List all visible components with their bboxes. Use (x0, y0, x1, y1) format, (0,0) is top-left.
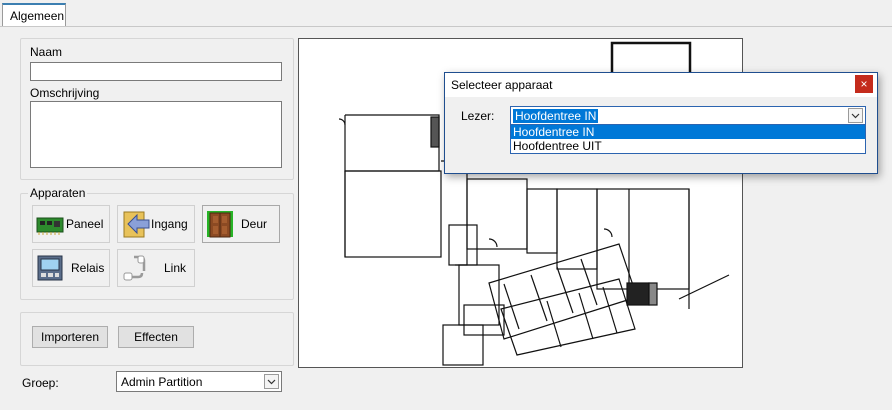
entry-arrow-icon (123, 211, 150, 238)
select-device-dialog: Selecteer apparaat × Lezer: Hoofdentree … (444, 72, 878, 174)
importeren-button[interactable]: Importeren (32, 326, 108, 348)
ingang-button[interactable]: Ingang (117, 205, 195, 243)
paneel-button[interactable]: Paneel (32, 205, 110, 243)
groep-value: Admin Partition (121, 375, 203, 389)
naam-input[interactable] (30, 62, 282, 81)
naam-label: Naam (30, 45, 63, 59)
link-icon (123, 255, 146, 281)
relay-icon (37, 255, 63, 281)
close-icon[interactable]: × (855, 75, 873, 93)
relais-label: Relais (71, 261, 105, 275)
dropdown-option[interactable]: Hoofdentree UIT (511, 139, 865, 153)
link-button[interactable]: Link (117, 249, 195, 287)
effecten-button[interactable]: Effecten (118, 326, 194, 348)
tab-algemeen[interactable]: Algemeen (2, 3, 66, 26)
tab-bar: Algemeen (0, 0, 892, 27)
omschrijving-textarea[interactable] (30, 101, 282, 168)
chevron-down-icon[interactable] (848, 108, 863, 123)
dialog-title: Selecteer apparaat (451, 78, 553, 92)
deur-button[interactable]: Deur (202, 205, 280, 243)
groep-select[interactable]: Admin Partition (116, 371, 282, 392)
lezer-selected-value: Hoofdentree IN (513, 109, 599, 123)
ingang-label: Ingang (151, 217, 188, 231)
apparaten-title: Apparaten (28, 186, 88, 200)
dialog-titlebar: Selecteer apparaat × (445, 73, 877, 97)
groep-label: Groep: (22, 376, 59, 390)
deur-label: Deur (241, 217, 268, 231)
paneel-label: Paneel (66, 217, 104, 231)
lezer-dropdown-list: Hoofdentree IN Hoofdentree UIT (510, 124, 866, 154)
lezer-select[interactable]: Hoofdentree IN (510, 106, 866, 126)
link-label: Link (164, 261, 187, 275)
chevron-down-icon[interactable] (264, 374, 279, 389)
lezer-label: Lezer: (461, 109, 495, 123)
omschrijving-label: Omschrijving (30, 86, 100, 100)
door-icon (207, 211, 233, 238)
relais-button[interactable]: Relais (32, 249, 110, 287)
dropdown-option[interactable]: Hoofdentree IN (511, 125, 865, 139)
circuit-board-icon (36, 217, 64, 235)
